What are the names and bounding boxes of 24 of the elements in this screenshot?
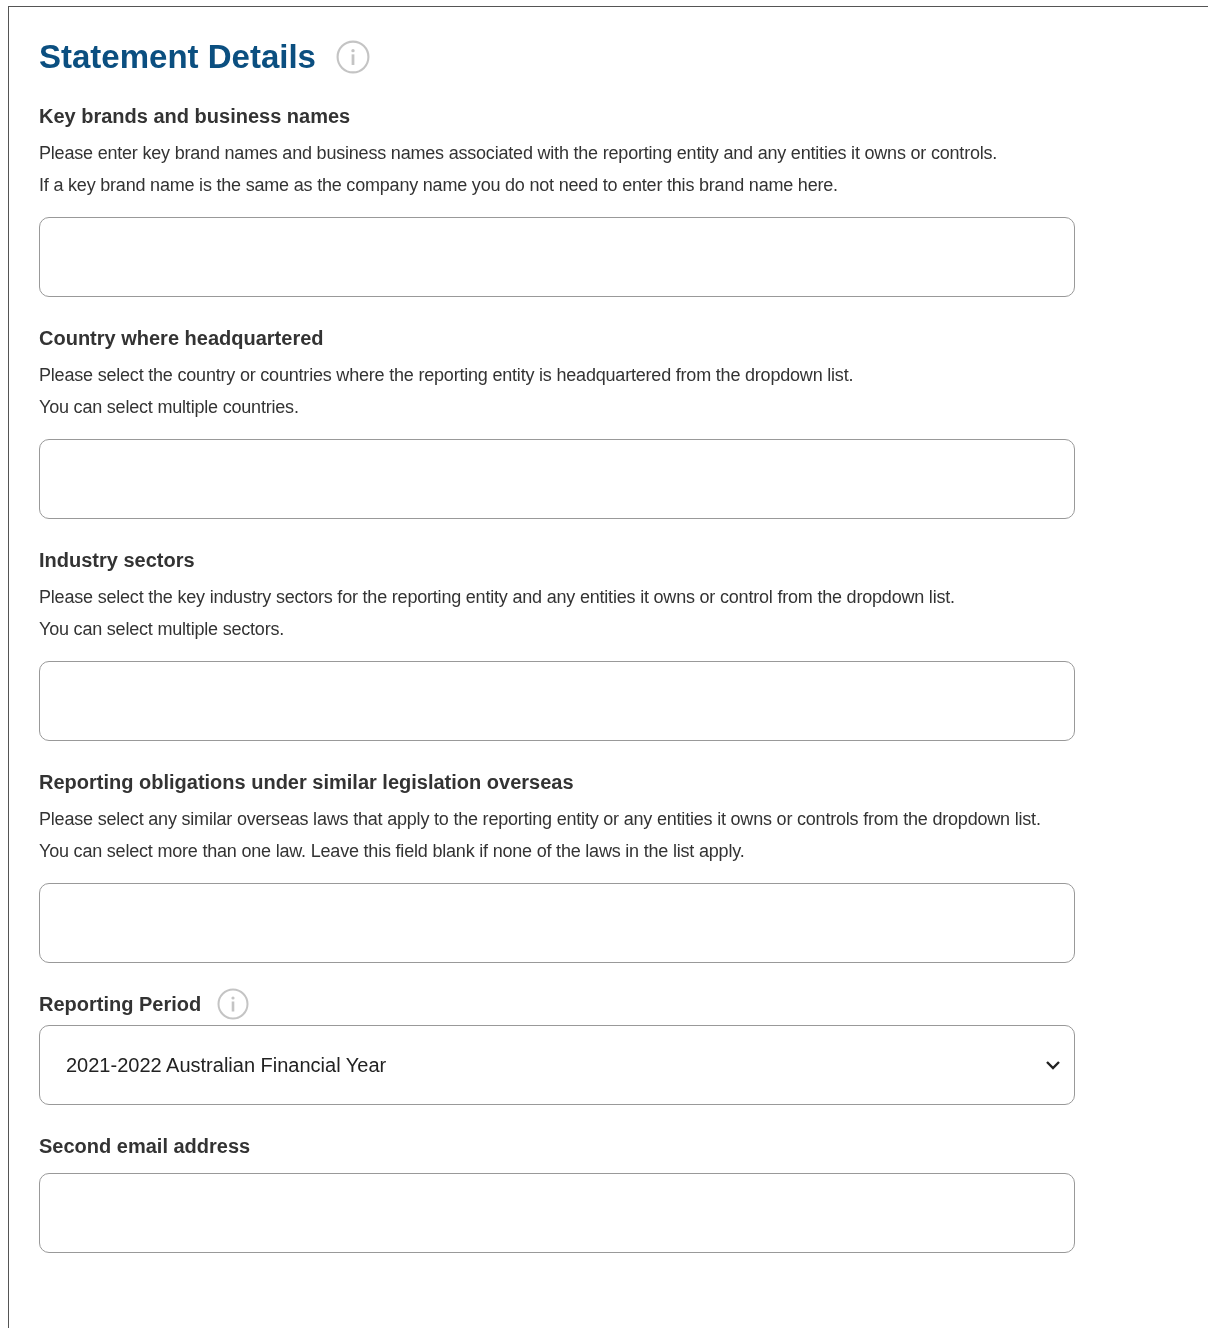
field-description: Please select the key industry sectors for the reporting entity and any entities it owns or control from the dropdown list. — [39, 586, 956, 609]
field-description: You can select more than one law. Leave this field blank if none of the laws in the list apply. — [39, 840, 746, 863]
field-label: Country where headquartered — [39, 326, 324, 351]
field-description: You can select multiple countries. — [39, 396, 300, 419]
select-field[interactable]: 2021-2022 Australian Financial Year — [39, 1025, 1075, 1105]
info-icon[interactable] — [335, 40, 370, 74]
info-icon[interactable] — [217, 988, 250, 1020]
field-description: Please select any similar overseas laws that apply to the reporting entity or any entities it owns or controls from the dropdown list. — [39, 808, 1042, 831]
chevron-down-icon — [1046, 1060, 1060, 1070]
input-field[interactable] — [39, 1173, 1075, 1253]
field-description: You can select multiple sectors. — [39, 618, 286, 641]
field-label: Key brands and business names — [39, 104, 351, 129]
field-label: Second email address — [39, 1134, 251, 1159]
input-field[interactable] — [39, 883, 1075, 963]
page-title: Statement Details — [39, 37, 316, 77]
field-label: Reporting obligations under similar legislation overseas — [39, 770, 574, 795]
field-description: Please enter key brand names and business names associated with the reporting entity and any entities it owns or controls. — [39, 142, 999, 165]
field-description: If a key brand name is the same as the company name you do not need to enter this brand name here. — [39, 174, 839, 197]
field-label: Industry sectors — [39, 548, 195, 573]
input-field[interactable] — [39, 661, 1075, 741]
field-description: Please select the country or countries where the reporting entity is headquartered from the dropdown list. — [39, 364, 855, 387]
field-label: Reporting Period — [39, 992, 202, 1017]
input-field[interactable] — [39, 217, 1075, 297]
input-field[interactable] — [39, 439, 1075, 519]
